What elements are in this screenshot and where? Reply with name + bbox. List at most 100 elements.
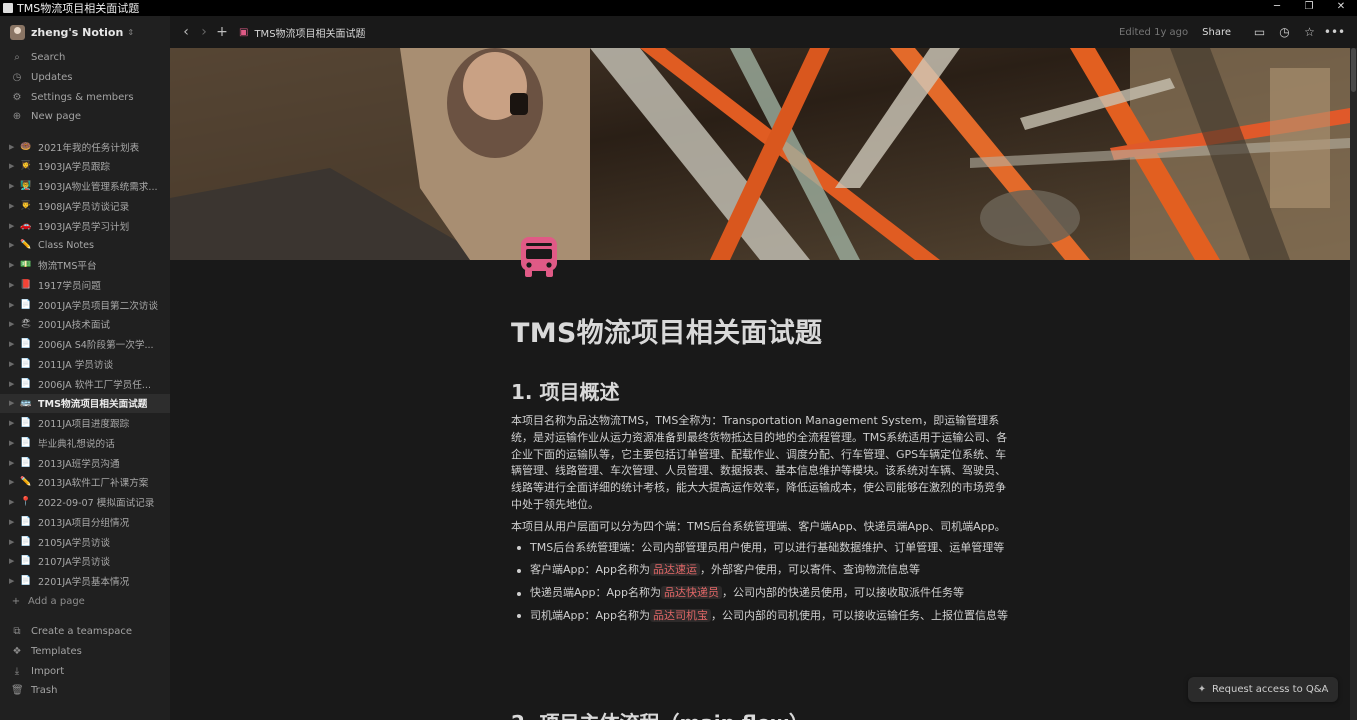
expand-toggle-icon[interactable]: ▶ [9, 301, 19, 309]
expand-toggle-icon[interactable]: ▶ [9, 478, 19, 486]
list-item-text: 快递员端App：App名称为 [530, 586, 661, 600]
expand-toggle-icon[interactable]: ▶ [9, 498, 19, 506]
forward-arrow-icon[interactable]: › [195, 24, 213, 40]
expand-toggle-icon[interactable]: ▶ [9, 261, 19, 269]
list-item[interactable]: 快递员端App：App名称为 品达快递员 ，公司内部的快递员使用，可以接收取派件任务… [511, 585, 1011, 602]
expand-toggle-icon[interactable]: ▶ [9, 182, 19, 190]
page-emoji-icon: 📄 [20, 437, 32, 448]
page-emoji-icon: 📄 [20, 457, 32, 468]
sidebar-page[interactable]: ▶ 📄 2006JA 软件工厂学员任... [0, 374, 170, 394]
page-emoji-icon: 👨‍🏫 [20, 181, 32, 192]
section-heading[interactable]: 2. 项目主体流程（main flow） [511, 710, 809, 720]
more-icon[interactable]: ••• [1322, 25, 1347, 39]
sidebar-page[interactable]: ▶ 📄 2006JA S4阶段第一次学... [0, 334, 170, 354]
page-label: 2107JA学员访谈 [38, 557, 111, 569]
list-item-text: 司机端App：App名称为 [530, 608, 650, 622]
comment-icon[interactable]: ▭ [1247, 25, 1272, 39]
back-arrow-icon[interactable]: ‹ [177, 24, 195, 40]
expand-toggle-icon[interactable]: ▶ [9, 241, 19, 249]
bus-icon[interactable] [518, 235, 560, 279]
page-label: 1903JA物业管理系统需求... [38, 182, 158, 194]
sidebar-page[interactable]: ▶ 📄 毕业典礼想说的话 [0, 433, 170, 453]
create-teamspace-button[interactable]: ⧉ Create a teamspace [0, 622, 170, 642]
sidebar-page[interactable]: ▶ 📄 2201JA学员基本情况 [0, 571, 170, 591]
expand-toggle-icon[interactable]: ▶ [9, 340, 19, 348]
expand-toggle-icon[interactable]: ▶ [9, 577, 19, 585]
expand-toggle-icon[interactable]: ▶ [9, 360, 19, 368]
list-item[interactable]: TMS后台系统管理端：公司内部管理员用户使用，可以进行基础数据维护、订单管理、运… [511, 540, 1011, 557]
templates-icon: ❖ [12, 646, 22, 658]
breadcrumb[interactable]: ▣ TMS物流项目相关面试题 [239, 25, 366, 40]
restore-button[interactable]: ❐ [1293, 0, 1325, 16]
sidebar-page[interactable]: ▶ ✏️ Class Notes [0, 236, 170, 256]
sidebar-search[interactable]: ⌕ Search [0, 48, 170, 68]
new-page-plus-icon[interactable]: + [213, 24, 231, 40]
sidebar-page[interactable]: ▶ 👩‍🎓 1903JA学员跟踪 [0, 157, 170, 177]
templates-button[interactable]: ❖ Templates [0, 642, 170, 662]
expand-toggle-icon[interactable]: ▶ [9, 538, 19, 546]
scrollbar-thumb[interactable] [1351, 48, 1356, 92]
sidebar-page[interactable]: ▶ 👨‍🏫 1903JA物业管理系统需求... [0, 176, 170, 196]
expand-toggle-icon[interactable]: ▶ [9, 459, 19, 467]
expand-toggle-icon[interactable]: ▶ [9, 162, 19, 170]
import-icon: ⤓ [14, 665, 20, 677]
page-label: 2013JA班学员沟通 [38, 458, 120, 470]
close-button[interactable]: ✕ [1325, 0, 1357, 16]
sidebar-page[interactable]: ▶ ✏️ 2013JA软件工厂补课方案 [0, 473, 170, 493]
sidebar-page[interactable]: ▶ 📄 2013JA班学员沟通 [0, 453, 170, 473]
list-item[interactable]: 司机端App：App名称为 品达司机宝 ，公司内部的司机使用，可以接收运输任务、上报… [511, 608, 1011, 625]
sparkle-icon: ✦ [1197, 684, 1207, 695]
section-heading[interactable]: 1. 项目概述 [511, 379, 1011, 405]
expand-toggle-icon[interactable]: ▶ [9, 439, 19, 447]
expand-toggle-icon[interactable]: ▶ [9, 222, 19, 230]
add-page-button[interactable]: + Add a page [0, 591, 170, 611]
expand-toggle-icon[interactable]: ▶ [9, 399, 19, 407]
sidebar-page[interactable]: ▶ 📍 2022-09-07 模拟面试记录 [0, 492, 170, 512]
share-button[interactable]: Share [1202, 27, 1231, 38]
workspace-switcher[interactable]: zheng's Notion ⇕ [0, 16, 170, 48]
sidebar-page[interactable]: ▶ 🍩 2021年我的任务计划表 [0, 137, 170, 157]
list-item[interactable]: 客户端App：App名称为 品达速运 ，外部客户使用，可以寄件、查询物流信息等 [511, 562, 1011, 579]
minimize-button[interactable]: ─ [1261, 0, 1293, 16]
star-icon[interactable]: ☆ [1297, 25, 1322, 39]
expand-toggle-icon[interactable]: ▶ [9, 320, 19, 328]
expand-toggle-icon[interactable]: ▶ [9, 202, 19, 210]
paragraph[interactable]: 本项目名称为品达物流TMS，TMS全称为：Transportation Mana… [511, 413, 1011, 514]
sidebar-new-page[interactable]: ⊕ New page [0, 107, 170, 127]
cover-image[interactable] [170, 48, 1350, 260]
sidebar-page[interactable]: ▶ 📄 2105JA学员访谈 [0, 532, 170, 552]
expand-toggle-icon[interactable]: ▶ [9, 419, 19, 427]
sidebar-page[interactable]: ▶ 📕 1917学员问题 [0, 275, 170, 295]
sidebar-page[interactable]: ▶ 📄 2013JA项目分组情况 [0, 512, 170, 532]
history-icon[interactable]: ◷ [1272, 25, 1297, 39]
expand-toggle-icon[interactable]: ▶ [9, 518, 19, 526]
page-label: 2001JA技术面试 [38, 320, 111, 332]
sidebar-page[interactable]: ▶ 👨‍🎓 1908JA学员访谈记录 [0, 196, 170, 216]
sidebar-settings[interactable]: ⚙ Settings & members [0, 87, 170, 107]
page-label: 2022-09-07 模拟面试记录 [38, 498, 155, 510]
plus-circle-icon: ⊕ [12, 111, 22, 123]
sidebar-page[interactable]: ▶ 🚗 1903JA学员学习计划 [0, 216, 170, 236]
page-label: 2006JA S4阶段第一次学... [38, 340, 154, 352]
sidebar-page-active[interactable]: ▶ 🚌 TMS物流项目相关面试题 [0, 393, 170, 414]
sidebar-page[interactable]: ▶ 🏖 2001JA技术面试 [0, 315, 170, 335]
expand-toggle-icon[interactable]: ▶ [9, 143, 19, 151]
trash-button[interactable]: 🗑 Trash [0, 681, 170, 701]
sidebar-page[interactable]: ▶ 📄 2107JA学员访谈 [0, 552, 170, 572]
paragraph[interactable]: 本项目从用户层面可以分为四个端：TMS后台系统管理端、客户端App、快递员端Ap… [511, 519, 1011, 536]
expand-toggle-icon[interactable]: ▶ [9, 281, 19, 289]
sidebar-page[interactable]: ▶ 📄 2011JA项目进度跟踪 [0, 413, 170, 433]
page-title[interactable]: TMS物流项目相关面试题 [511, 316, 1011, 352]
sidebar-page[interactable]: ▶ 📄 2011JA 学员访谈 [0, 354, 170, 374]
page-topbar: ‹ › + ▣ TMS物流项目相关面试题 Edited 1y ago Share… [170, 16, 1357, 48]
request-qa-button[interactable]: ✦ Request access to Q&A › [1188, 677, 1338, 702]
sidebar-page[interactable]: ▶ 💵 物流TMS平台 [0, 255, 170, 275]
page-label: 2201JA学员基本情况 [38, 577, 130, 589]
sidebar-updates[interactable]: ◷ Updates [0, 68, 170, 88]
import-button[interactable]: ⤓ Import [0, 661, 170, 681]
sidebar-page[interactable]: ▶ 📄 2001JA学员项目第二次访谈 [0, 295, 170, 315]
expand-toggle-icon[interactable]: ▶ [9, 557, 19, 565]
expand-toggle-icon[interactable]: ▶ [9, 380, 19, 388]
content-scrollbar[interactable] [1350, 48, 1357, 720]
bullet-list: TMS后台系统管理端：公司内部管理员用户使用，可以进行基础数据维护、订单管理、运… [511, 540, 1011, 625]
